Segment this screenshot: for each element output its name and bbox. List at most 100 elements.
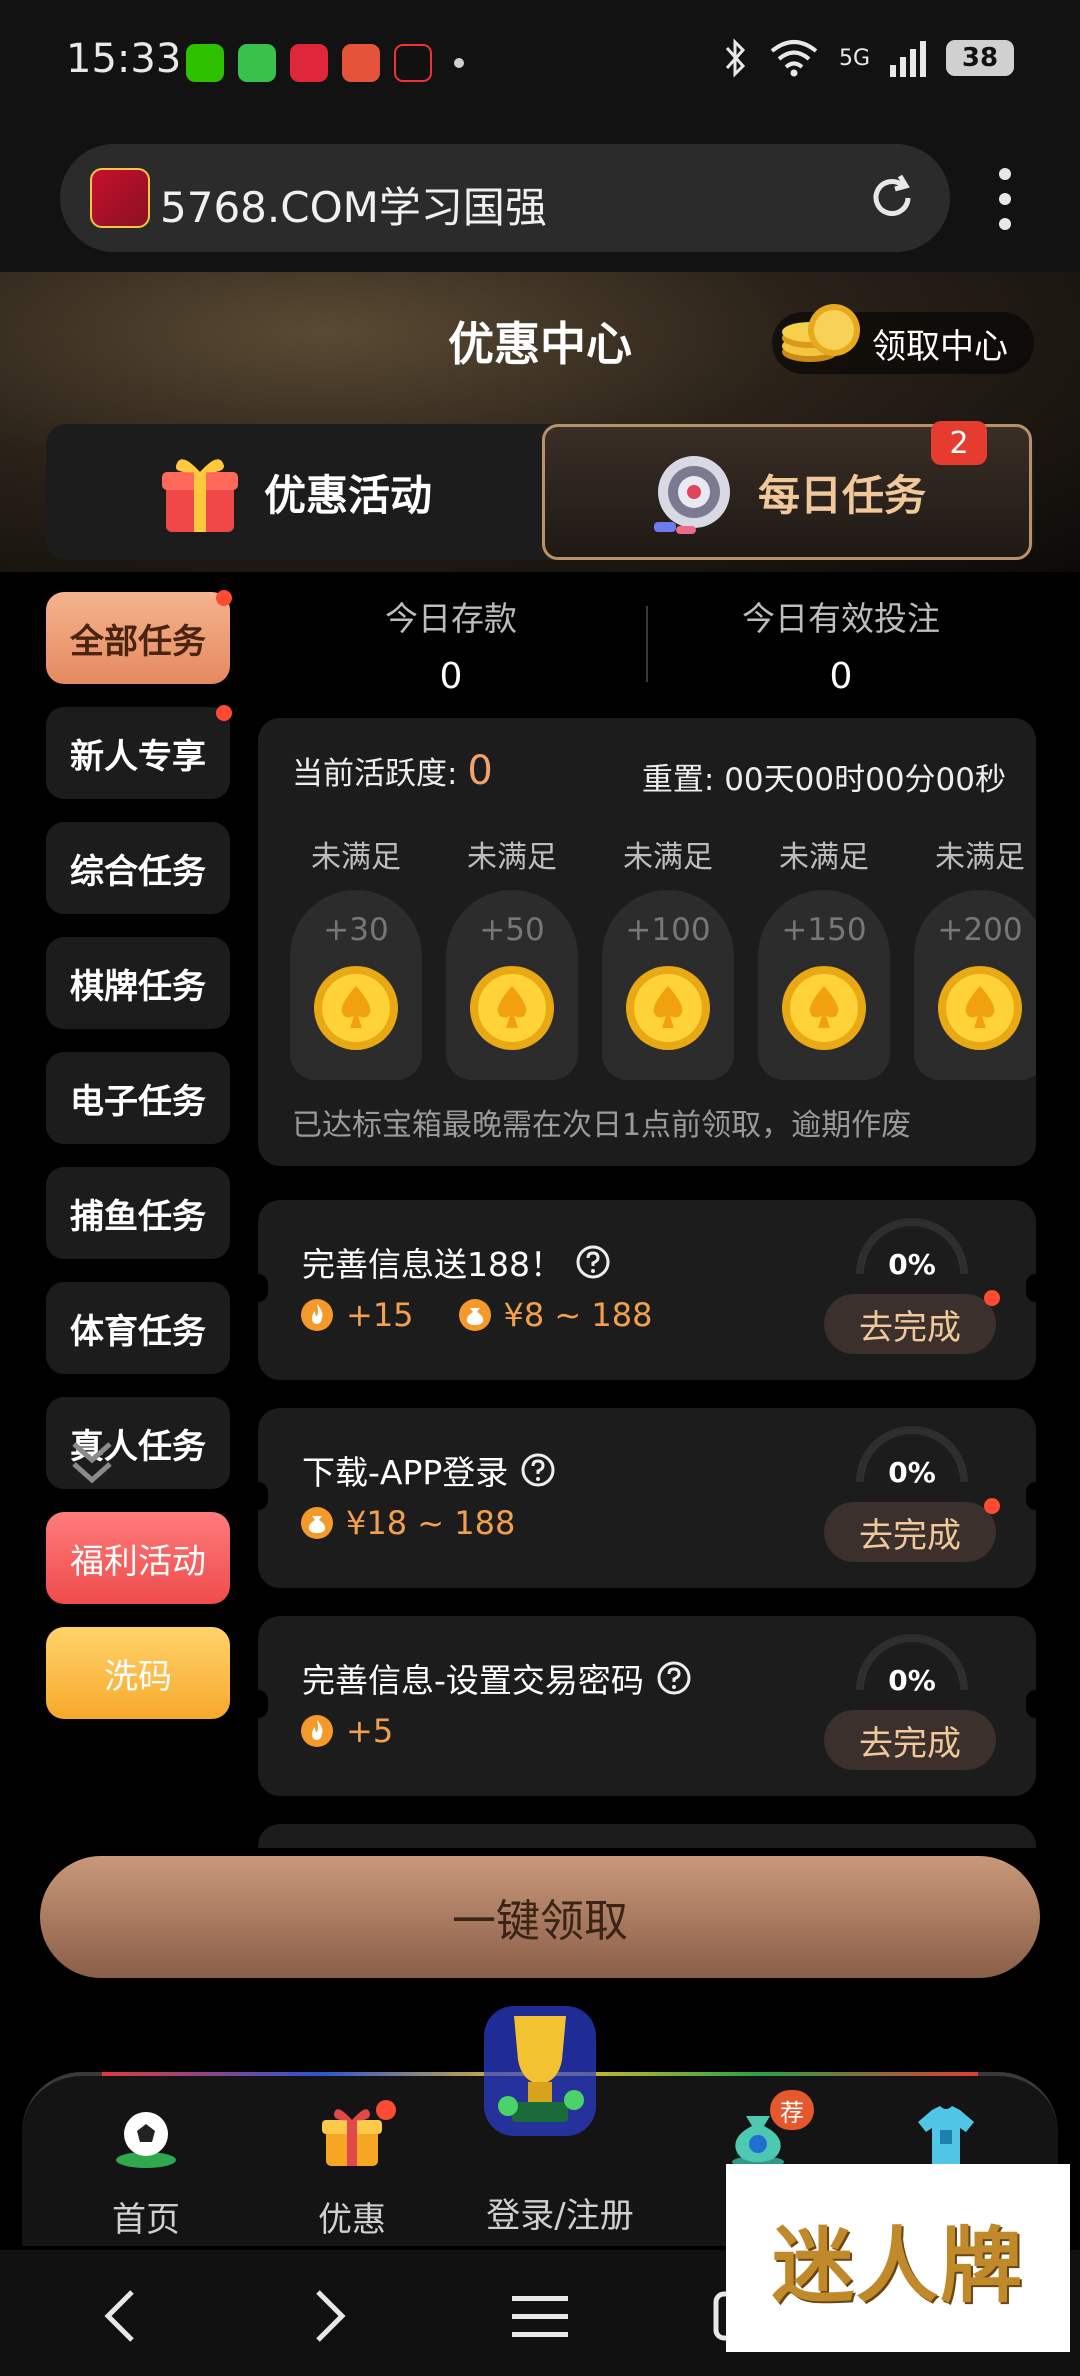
complete-task-button[interactable]: 去完成 — [824, 1710, 996, 1770]
sidebar-item-label: 综合任务 — [70, 851, 206, 892]
complete-task-label: 去完成 — [859, 1307, 961, 1348]
more-menu-icon[interactable] — [985, 168, 1025, 230]
points-value: +15 — [346, 1296, 414, 1334]
shirt-icon — [918, 2106, 974, 2164]
watermark-text: 迷人牌 — [771, 2217, 1024, 2314]
task-progress: 0% — [888, 1664, 936, 1697]
reward-box[interactable]: 未满足 +30 — [290, 832, 422, 1080]
message-icon — [238, 44, 276, 82]
sidebar-item-welfare[interactable]: 福利活动 — [46, 1512, 230, 1604]
claim-center-button[interactable]: 领取中心 — [772, 304, 1034, 374]
sidebar-item-general[interactable]: 综合任务 — [46, 822, 230, 914]
box-status: 未满足 — [935, 840, 1025, 875]
spade-coin-icon — [938, 966, 1022, 1050]
notification-dot — [984, 1290, 1000, 1306]
sidebar-item-label: 洗码 — [104, 1656, 172, 1697]
box-points: +200 — [937, 912, 1023, 948]
complete-task-label: 去完成 — [859, 1723, 961, 1764]
task-category-sidebar: 全部任务 新人专享 综合任务 棋牌任务 电子任务 捕鱼任务 体育任务 真人任务 … — [46, 590, 232, 1742]
coin-stack-icon — [782, 304, 860, 362]
box-status: 未满足 — [467, 840, 557, 875]
task-title-text: 下载-APP登录 — [302, 1453, 509, 1492]
tiktok-icon — [394, 44, 432, 82]
reward-box[interactable]: 未满足 +150 — [758, 832, 890, 1080]
current-activity-label: 当前活跃度: — [292, 756, 458, 792]
sidebar-item-label: 全部任务 — [70, 621, 206, 662]
box-capsule: +100 — [602, 890, 734, 1080]
nav-home[interactable]: 首页 — [66, 2100, 226, 2241]
claim-all-button[interactable]: 一键领取 — [40, 1856, 1040, 1978]
gift-icon — [161, 459, 238, 532]
sidebar-item-chess-cards[interactable]: 棋牌任务 — [46, 937, 230, 1029]
sidebar-item-fishing[interactable]: 捕鱼任务 — [46, 1167, 230, 1259]
complete-task-button[interactable]: 去完成 — [824, 1498, 1000, 1562]
trophy-icon[interactable] — [478, 1996, 602, 2146]
recommend-tag: 荐 — [770, 2090, 814, 2130]
notification-icons — [186, 44, 464, 82]
reward-box[interactable]: 未满足 +100 — [602, 832, 734, 1080]
tab-promotions[interactable]: 优惠活动 — [46, 424, 540, 560]
sidebar-item-electronic[interactable]: 电子任务 — [46, 1052, 230, 1144]
reward-box[interactable]: 未满足 +50 — [446, 832, 578, 1080]
scroll-down-chevron-icon[interactable] — [70, 1438, 114, 1488]
money-bag-icon — [458, 1299, 491, 1331]
box-capsule: +150 — [758, 890, 890, 1080]
current-activity-value: 0 — [467, 748, 493, 794]
task-title: 下载-APP登录 — [302, 1446, 556, 1494]
task-progress: 0% — [888, 1248, 936, 1281]
complete-task-label: 去完成 — [859, 1515, 961, 1556]
sidebar-item-newcomer[interactable]: 新人专享 — [46, 705, 232, 799]
box-capsule: +30 — [290, 890, 422, 1080]
sidebar-item-all-tasks[interactable]: 全部任务 — [46, 590, 232, 684]
flame-icon — [301, 1299, 333, 1331]
menu-icon[interactable] — [510, 2286, 570, 2346]
money-reward: ¥8 ~ 188 — [458, 1296, 652, 1334]
money-reward: ¥18 ~ 188 — [300, 1504, 515, 1542]
daily-tasks-badge: 2 — [931, 421, 987, 465]
activity-card: 当前活跃度: 0 重置: 00天00时00分00秒 未满足 +30 未满足 +5… — [258, 718, 1036, 1166]
browser-toolbar: 5768.COM学习国强 — [0, 130, 1080, 272]
sidebar-item-wash-code[interactable]: 洗码 — [46, 1627, 230, 1719]
notification-dot — [376, 2100, 396, 2120]
sidebar-item-label: 体育任务 — [70, 1311, 206, 1352]
reload-icon[interactable] — [864, 170, 920, 226]
nav-label: 登录/注册 — [486, 2196, 634, 2236]
card-notch — [248, 1482, 268, 1510]
box-status: 未满足 — [311, 840, 401, 875]
reset-countdown: 重置: 00天00时00分00秒 — [641, 762, 1006, 798]
wifi-icon — [770, 40, 818, 77]
today-stats: 今日存款 0 今日有效投注 0 — [256, 592, 1036, 704]
sidebar-item-sports[interactable]: 体育任务 — [46, 1282, 230, 1374]
forward-icon[interactable] — [310, 2286, 350, 2346]
help-icon[interactable] — [520, 1452, 556, 1488]
address-text[interactable]: 5768.COM学习国强 — [160, 174, 547, 235]
card-notch — [248, 1690, 268, 1718]
reward-box[interactable]: 未满足 +200 — [914, 832, 1036, 1080]
task-title: 完善信息送188！ — [302, 1238, 611, 1286]
box-points: +100 — [625, 912, 711, 948]
nav-label: 优惠 — [318, 2200, 386, 2240]
tab-daily-tasks[interactable]: 每日任务 2 — [542, 421, 1032, 560]
flame-icon — [301, 1715, 333, 1747]
nav-label: 首页 — [112, 2200, 180, 2240]
complete-task-button[interactable]: 去完成 — [824, 1290, 1000, 1354]
task-rewards: ¥18 ~ 188 — [300, 1504, 559, 1542]
bet-value: 0 — [829, 656, 853, 697]
box-capsule: +50 — [446, 890, 578, 1080]
help-icon[interactable] — [656, 1660, 692, 1696]
more-notifications-icon — [454, 58, 464, 68]
deposit-stat: 今日存款 0 — [256, 592, 646, 697]
task-card: 下载-APP登录 ¥18 ~ 188 0% 去完成 — [248, 1408, 1046, 1588]
box-capsule: +200 — [914, 890, 1036, 1080]
help-icon[interactable] — [575, 1244, 611, 1280]
box-status: 未满足 — [623, 840, 713, 875]
xiaohongshu-icon — [290, 44, 328, 82]
promo-tabs: 优惠活动 每日任务 2 — [46, 421, 1034, 560]
task-title-text: 完善信息-设置交易密码 — [302, 1661, 644, 1700]
status-right: 5G 38 — [723, 38, 1014, 78]
back-icon[interactable] — [100, 2286, 140, 2346]
nav-promotions[interactable]: 优惠 — [272, 2100, 432, 2241]
task-rewards: +15 ¥8 ~ 188 — [300, 1296, 696, 1334]
address-bar[interactable]: 5768.COM学习国强 — [60, 144, 950, 252]
current-activity: 当前活跃度: 0 — [292, 748, 493, 794]
